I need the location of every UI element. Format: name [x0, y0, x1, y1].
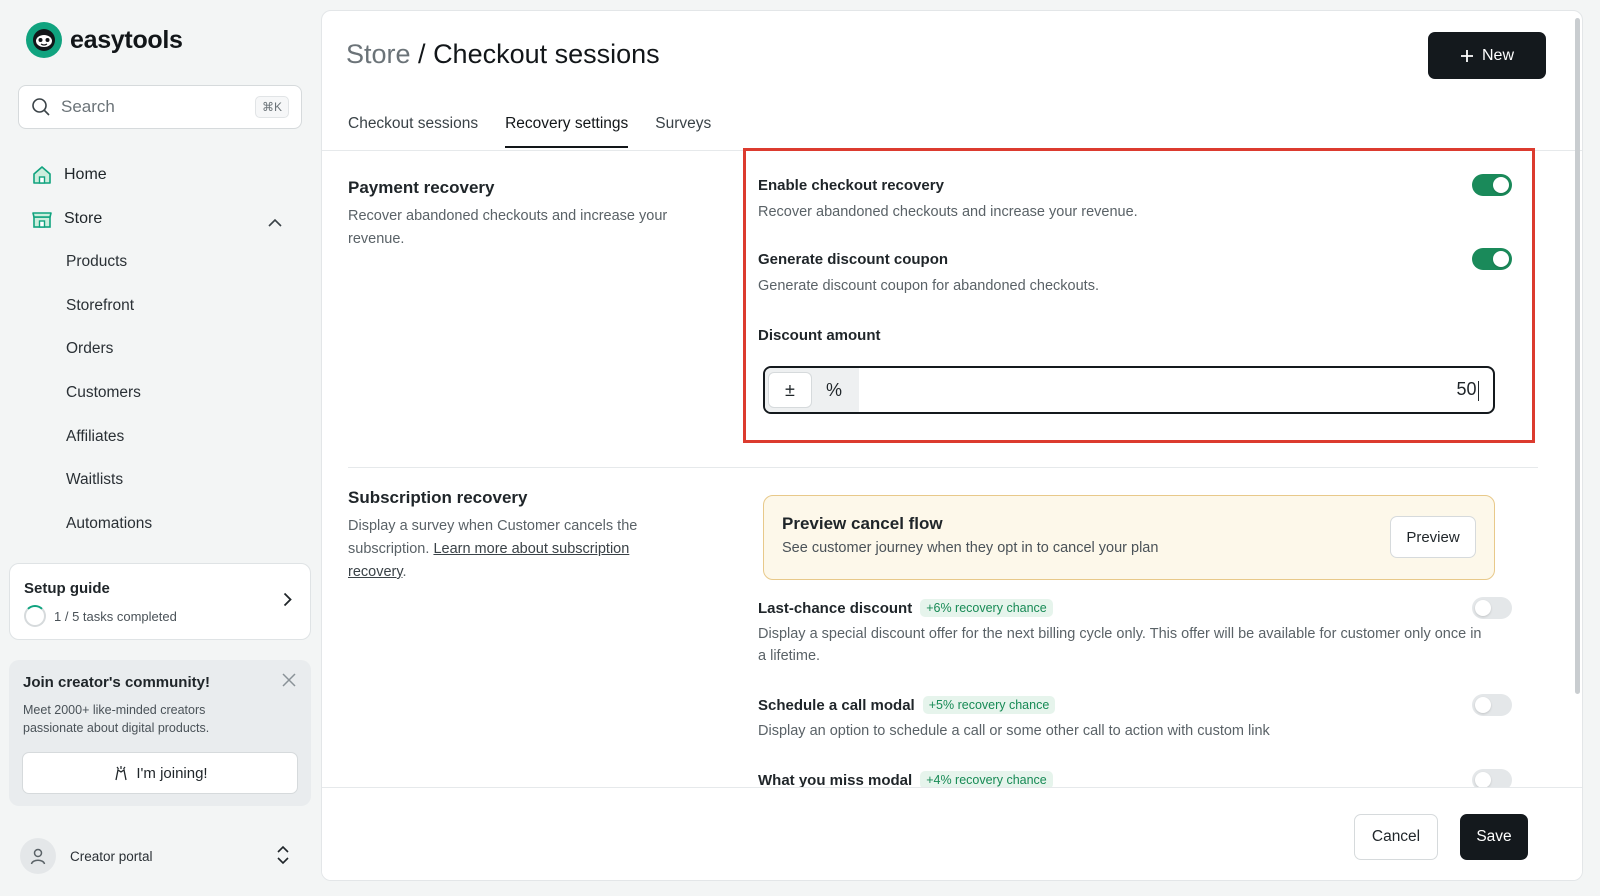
- discount-amount-label: Discount amount: [758, 327, 881, 344]
- discount-coupon-toggle[interactable]: [1472, 248, 1512, 270]
- breadcrumb-separator: /: [410, 39, 434, 69]
- section-divider: [348, 467, 1538, 468]
- page-title-text: Checkout sessions: [433, 39, 660, 69]
- search-icon: [32, 98, 50, 116]
- sidebar-item-store[interactable]: Store: [30, 207, 102, 231]
- percent-mode-button[interactable]: %: [813, 373, 855, 407]
- page-title: Store / Checkout sessions: [346, 39, 660, 70]
- recovery-chance-badge: +5% recovery chance: [922, 696, 1056, 714]
- setup-guide-card[interactable]: Setup guide 1 / 5 tasks completed: [9, 563, 311, 640]
- brand[interactable]: easytools: [26, 22, 183, 58]
- enable-recovery-description: Recover abandoned checkouts and increase…: [758, 204, 1138, 220]
- community-text: Meet 2000+ like-minded creators passiona…: [23, 703, 210, 735]
- search-placeholder: Search: [61, 97, 115, 116]
- progress-ring-icon: [24, 605, 46, 627]
- setup-guide-progress: 1 / 5 tasks completed: [54, 608, 177, 624]
- discount-coupon-label: Generate discount coupon: [758, 251, 949, 268]
- chevron-up-down-icon: [276, 845, 290, 868]
- schedule-call-toggle[interactable]: [1472, 694, 1512, 716]
- payment-recovery-title: Payment recovery: [348, 178, 495, 197]
- tab-checkout-sessions[interactable]: Checkout sessions: [348, 115, 478, 148]
- sidebar-item-storefront[interactable]: Storefront: [66, 297, 134, 315]
- discount-amount-value: 50: [1456, 379, 1477, 400]
- sidebar-item-home[interactable]: Home: [30, 163, 107, 187]
- last-chance-discount-toggle[interactable]: [1472, 597, 1512, 619]
- enable-recovery-label: Enable checkout recovery: [758, 177, 944, 194]
- footer-bar: Cancel Save: [322, 787, 1582, 880]
- subscription-recovery-description: Display a survey when Customer cancels t…: [348, 515, 678, 584]
- chevron-up-icon[interactable]: [268, 214, 282, 232]
- sidebar-item-orders[interactable]: Orders: [66, 340, 113, 358]
- community-title: Join creator's community!: [23, 674, 210, 691]
- user-icon: [30, 848, 46, 865]
- toggle-knob: [1475, 697, 1491, 713]
- portal-label: Creator portal: [70, 848, 153, 864]
- scrollbar[interactable]: [1575, 18, 1580, 694]
- schedule-call-description: Display an option to schedule a call or …: [758, 723, 1270, 739]
- cancel-button[interactable]: Cancel: [1354, 814, 1438, 860]
- avatar: [20, 838, 56, 874]
- discount-amount-field[interactable]: ± % 50: [763, 366, 1495, 414]
- community-card: Join creator's community! Meet 2000+ lik…: [9, 660, 311, 806]
- toggle-knob: [1493, 177, 1509, 193]
- new-button[interactable]: New: [1428, 32, 1546, 79]
- description-trailing: .: [402, 564, 407, 580]
- breadcrumb-store[interactable]: Store: [346, 39, 411, 69]
- home-icon: [30, 163, 54, 187]
- sidebar-item-customers[interactable]: Customers: [66, 384, 141, 402]
- option-label: Schedule a call modal: [758, 696, 915, 714]
- fixed-mode-button[interactable]: ±: [769, 373, 811, 407]
- last-chance-discount-label: Last-chance discount +6% recovery chance: [758, 599, 1053, 617]
- discount-coupon-description: Generate discount coupon for abandoned c…: [758, 278, 1099, 294]
- toggle-knob: [1493, 251, 1509, 267]
- new-button-label: New: [1481, 46, 1514, 64]
- payment-recovery-description: Recover abandoned checkouts and increase…: [348, 208, 668, 247]
- enable-recovery-toggle[interactable]: [1472, 174, 1512, 196]
- brand-name: easytools: [70, 25, 183, 54]
- last-chance-discount-description: Display a special discount offer for the…: [758, 626, 1482, 664]
- recovery-chance-badge: +6% recovery chance: [920, 599, 1053, 617]
- sidebar-item-automations[interactable]: Automations: [66, 515, 152, 533]
- sidebar-item-waitlists[interactable]: Waitlists: [66, 471, 123, 489]
- option-label: Last-chance discount: [758, 599, 913, 617]
- store-icon: [30, 207, 54, 231]
- main-panel: Store / Checkout sessions New Checkout s…: [321, 10, 1583, 881]
- search-input[interactable]: Search ⌘K: [18, 85, 302, 129]
- plus-icon: [1460, 49, 1473, 62]
- discount-amount-input[interactable]: 50: [859, 379, 1493, 401]
- toggle-knob: [1475, 600, 1491, 616]
- option-label: What you miss modal: [758, 771, 913, 789]
- sidebar-item-label: Store: [64, 210, 103, 227]
- celebrate-icon: [115, 766, 128, 781]
- sidebar-item-label: Home: [64, 166, 107, 183]
- preview-button[interactable]: Preview: [1390, 516, 1476, 558]
- tabs: Checkout sessions Recovery settings Surv…: [348, 115, 711, 148]
- setup-guide-title: Setup guide: [24, 580, 110, 597]
- preview-subtitle: See customer journey when they opt in to…: [782, 540, 1159, 556]
- schedule-call-label: Schedule a call modal +5% recovery chanc…: [758, 696, 1056, 714]
- sidebar: easytools Search ⌘K Home Store Products …: [0, 0, 318, 896]
- sidebar-item-affiliates[interactable]: Affiliates: [66, 428, 124, 446]
- toggle-knob: [1475, 772, 1491, 788]
- discount-mode-selector: ± %: [765, 368, 859, 412]
- subscription-recovery-title: Subscription recovery: [348, 488, 528, 507]
- join-community-button[interactable]: I'm joining!: [22, 752, 298, 794]
- join-button-label: I'm joining!: [136, 764, 208, 782]
- close-icon[interactable]: [281, 672, 297, 693]
- creator-portal-switcher[interactable]: Creator portal: [20, 838, 290, 874]
- tab-recovery-settings[interactable]: Recovery settings: [505, 115, 629, 148]
- preview-title: Preview cancel flow: [782, 514, 943, 533]
- tab-surveys[interactable]: Surveys: [655, 115, 711, 148]
- easytools-logo-icon: [26, 22, 62, 58]
- text-caret: [1477, 380, 1479, 401]
- preview-cancel-flow-card: Preview cancel flow See customer journey…: [763, 495, 1495, 580]
- save-button[interactable]: Save: [1460, 814, 1528, 860]
- chevron-right-icon: [283, 592, 292, 612]
- search-shortcut: ⌘K: [254, 96, 289, 118]
- sidebar-item-products[interactable]: Products: [66, 253, 127, 271]
